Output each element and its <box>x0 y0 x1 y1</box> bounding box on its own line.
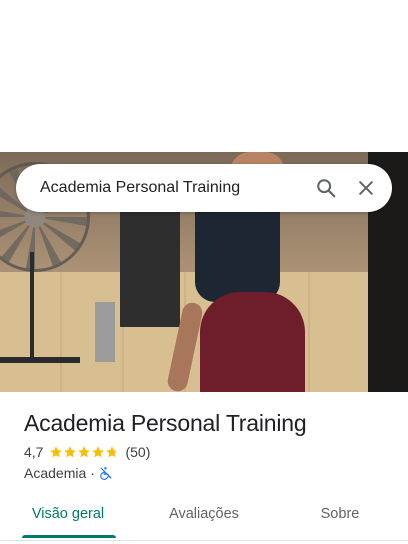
rating-row[interactable]: 4,7 (50) <box>24 444 150 460</box>
photo-person-top <box>195 202 280 302</box>
search-button[interactable] <box>306 168 346 208</box>
place-tabs: Visão geral Avaliações Sobre <box>0 496 408 540</box>
photo-person-leggings <box>200 292 305 392</box>
star-icon <box>50 446 63 458</box>
tabs-divider <box>0 540 408 541</box>
photo-gym-machine <box>120 207 180 327</box>
star-rating <box>49 445 119 459</box>
close-icon <box>359 181 373 195</box>
star-icon <box>78 446 91 458</box>
search-bar[interactable]: Academia Personal Training <box>16 164 392 212</box>
place-category: Academia <box>24 465 87 481</box>
photo-fan-stand <box>30 252 34 362</box>
review-count[interactable]: (50) <box>125 444 150 460</box>
photo-gym-machine-frame <box>95 302 115 362</box>
tab-about[interactable]: Sobre <box>272 496 408 540</box>
search-query[interactable]: Academia Personal Training <box>40 179 306 197</box>
star-icon <box>92 446 105 458</box>
separator-dot: · <box>90 465 95 481</box>
no-wheelchair-icon <box>100 467 112 480</box>
tab-overview[interactable]: Visão geral <box>0 496 136 540</box>
tab-reviews[interactable]: Avaliações <box>136 496 272 540</box>
photo-fan-base <box>0 357 80 363</box>
place-title: Academia Personal Training <box>24 410 307 436</box>
star-icon <box>64 446 77 458</box>
category-row: Academia · <box>24 465 113 481</box>
rating-value: 4,7 <box>24 444 44 460</box>
search-icon <box>317 179 336 198</box>
close-button[interactable] <box>346 168 386 208</box>
half-star-icon <box>106 446 119 458</box>
